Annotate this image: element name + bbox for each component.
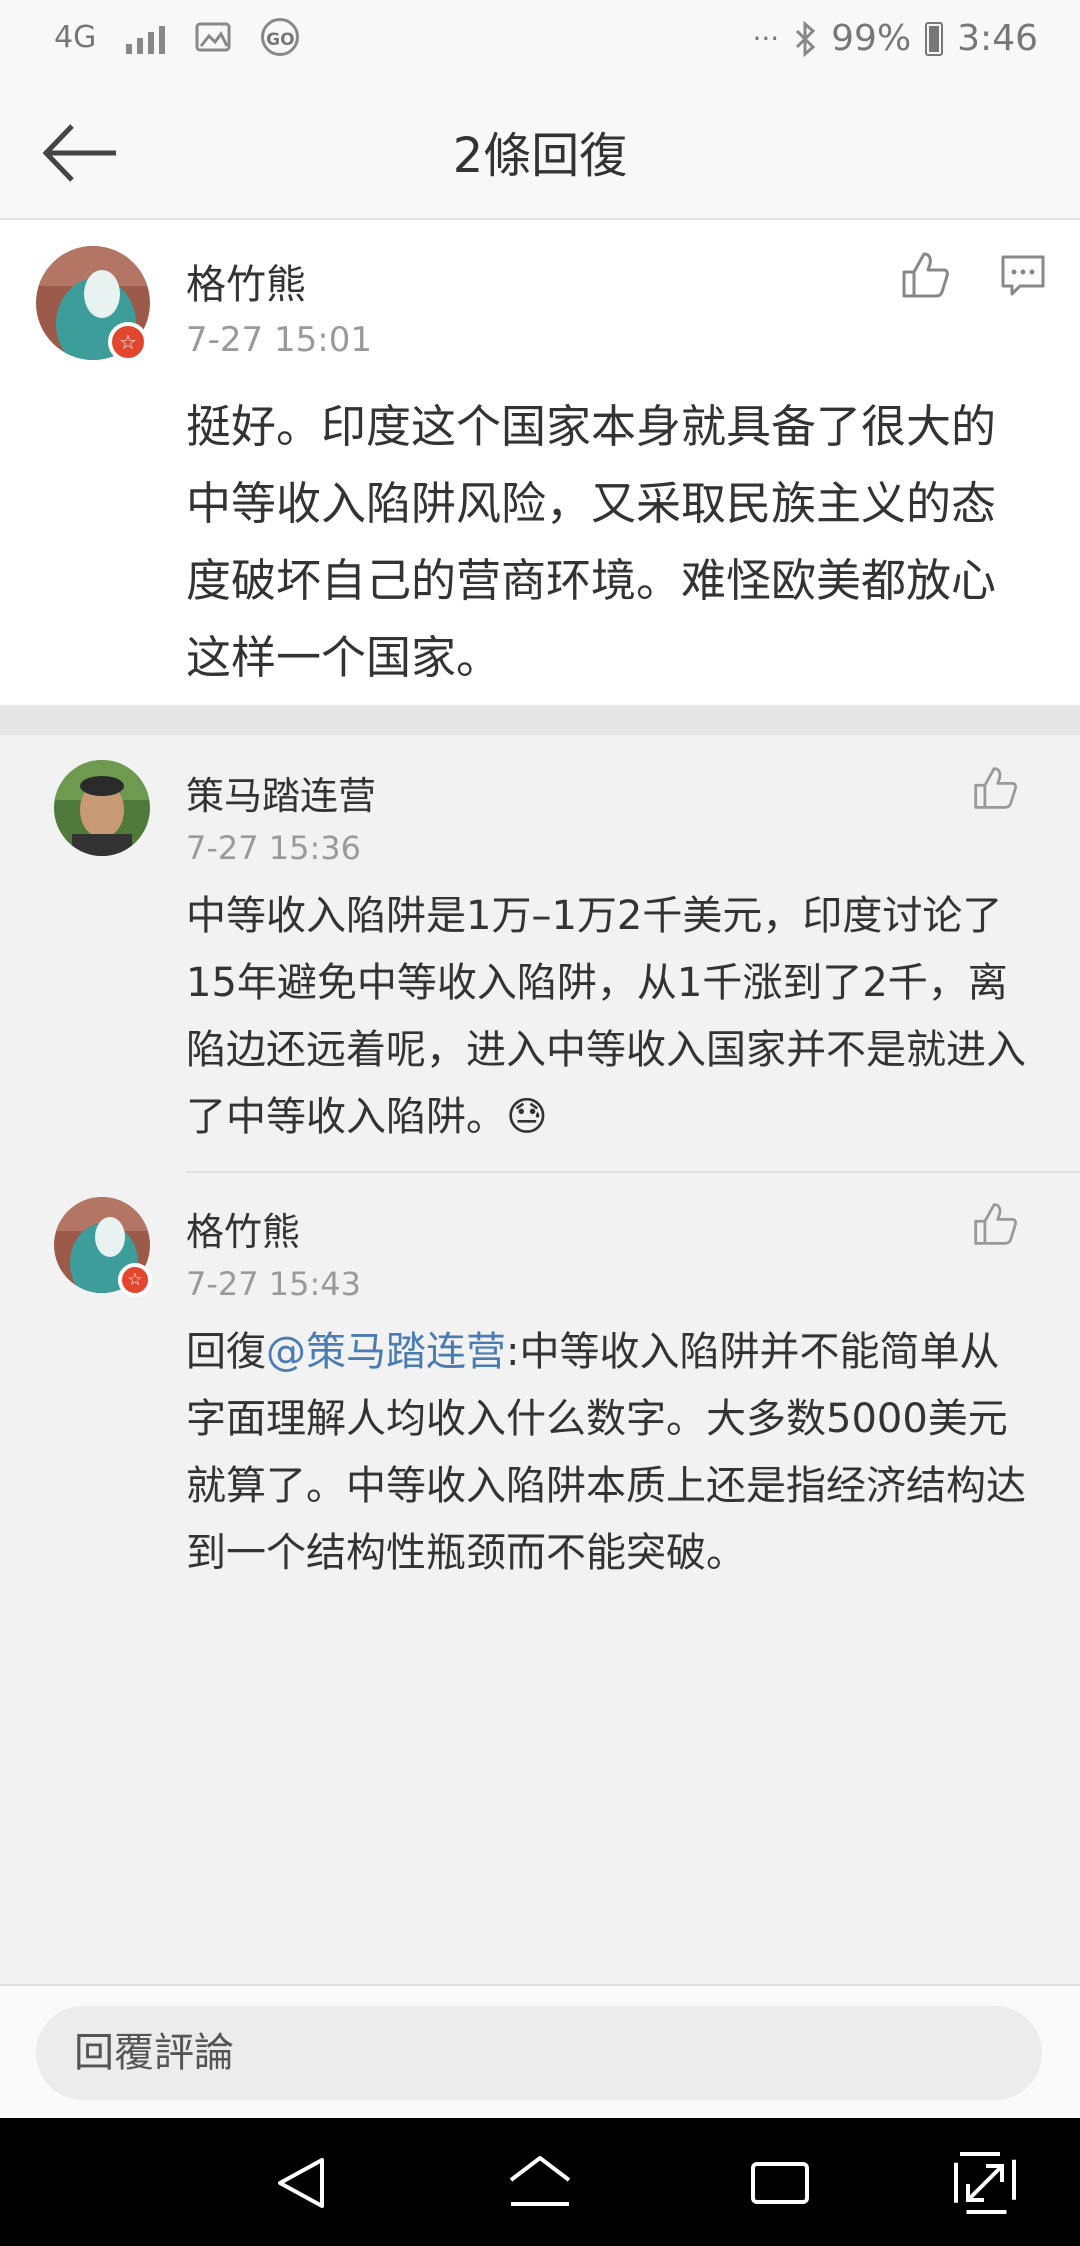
- like-icon[interactable]: [972, 765, 1018, 811]
- mention-link[interactable]: @策马踏连营: [266, 1329, 506, 1375]
- verified-badge-icon: ☆: [118, 1263, 152, 1297]
- comment-text: 中等收入陷阱是1万–1万2千美元，印度讨论了15年避免中等收入陷阱，从1千涨到了…: [186, 883, 1036, 1151]
- reply-content: 中等收入陷阱是1万–1万2千美元，印度讨论了15年避免中等收入陷阱，从1千涨到了…: [186, 893, 1026, 1140]
- go-app-icon: GO: [261, 18, 300, 56]
- expand-icon[interactable]: [950, 2148, 1020, 2218]
- author-name[interactable]: 策马踏连营: [186, 765, 376, 820]
- sweat-emoji-icon: 😓: [506, 1094, 548, 1140]
- author-name[interactable]: 格竹熊: [186, 1201, 300, 1256]
- like-icon[interactable]: [972, 1201, 1018, 1247]
- clock: 3:46: [957, 18, 1038, 59]
- battery-percent: 99%: [831, 18, 912, 59]
- reply-prefix: 回復: [186, 1329, 266, 1375]
- divider: [186, 1171, 1080, 1173]
- app-header: 2條回復: [0, 88, 1080, 220]
- page-title: 2條回復: [452, 128, 628, 184]
- avatar[interactable]: [54, 760, 150, 856]
- status-bar: 4G GO ··· 99% 3:46: [0, 0, 1080, 88]
- verified-badge-icon: ☆: [108, 322, 148, 362]
- comment-time: 7-27 15:36: [186, 829, 362, 867]
- bluetooth-icon: [796, 20, 816, 57]
- recents-nav-icon[interactable]: [745, 2148, 815, 2218]
- comment-icon[interactable]: [1000, 254, 1046, 298]
- more-notifications-indicator: ···: [752, 22, 780, 55]
- system-nav-bar: [0, 2118, 1080, 2246]
- comment-time: 7-27 15:43: [186, 1265, 362, 1303]
- like-icon[interactable]: [900, 250, 950, 300]
- replies-list: 策马踏连营 7-27 15:36 中等收入陷阱是1万–1万2千美元，印度讨论了1…: [0, 735, 1080, 1985]
- image-icon: [195, 22, 231, 52]
- reply-input[interactable]: 回覆評論: [36, 2006, 1042, 2100]
- home-nav-icon[interactable]: [505, 2148, 575, 2218]
- reply-bar: 回覆評論: [0, 1984, 1080, 2120]
- original-comment: ☆ 格竹熊 7-27 15:01 挺好。印度这个国家本身就具备了很大的中等收入陷…: [0, 220, 1080, 705]
- comment-text: 挺好。印度这个国家本身就具备了很大的中等收入陷阱风险，又采取民族主义的态度破坏自…: [186, 400, 997, 684]
- comment-time: 7-27 15:01: [186, 320, 372, 360]
- signal-icon: [126, 20, 166, 54]
- author-name[interactable]: 格竹熊: [186, 252, 306, 310]
- battery-icon: [925, 21, 944, 56]
- comment-text: 回復@策马踏连营:中等收入陷阱并不能简单从字面理解人均收入什么数字。大多数500…: [186, 1319, 1036, 1587]
- network-type-indicator: 4G: [54, 19, 97, 55]
- section-separator: [0, 705, 1080, 735]
- back-nav-icon[interactable]: [266, 2148, 336, 2218]
